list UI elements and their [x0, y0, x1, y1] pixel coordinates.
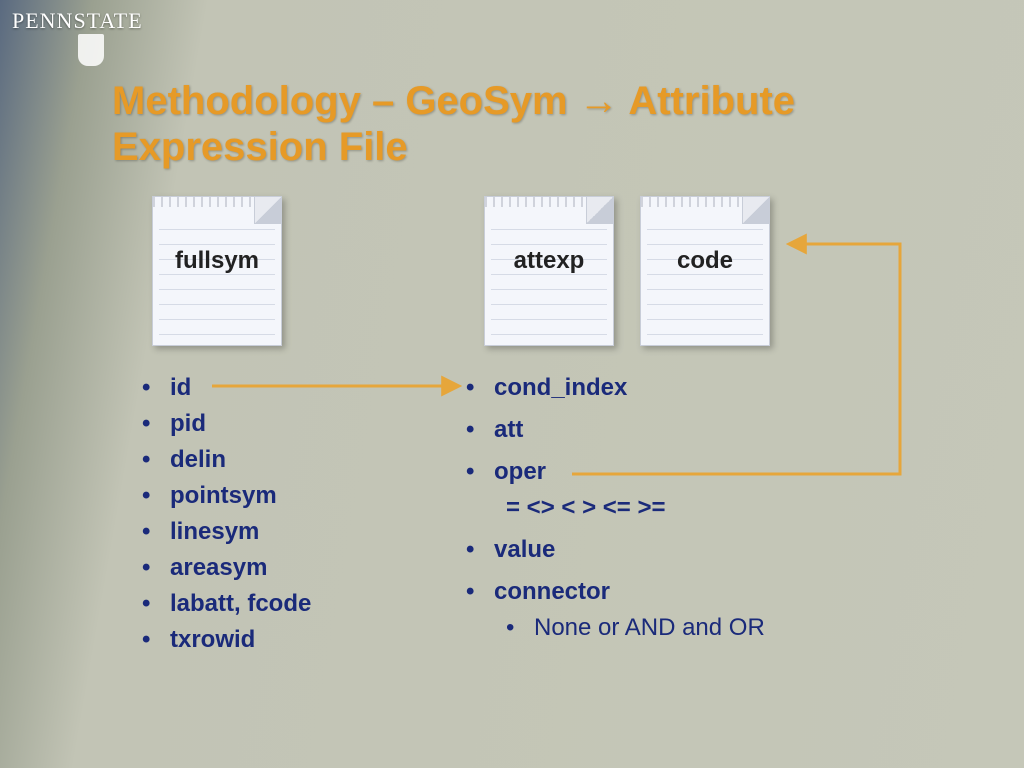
list-item: att	[466, 412, 886, 448]
field-pid: pid	[170, 410, 206, 437]
arrow-right-icon: →	[579, 79, 619, 123]
list-item: id	[142, 370, 402, 406]
list-item: linesym	[142, 514, 402, 550]
notepad-label: fullsym	[153, 247, 281, 275]
field-linesym: linesym	[170, 518, 259, 545]
connector-text: None or AND and OR	[534, 614, 765, 641]
field-cond-index: cond_index	[494, 374, 627, 401]
list-item: pointsym	[142, 478, 402, 514]
notepad-label: code	[641, 247, 769, 275]
field-connector: connector	[494, 578, 610, 605]
field-value: value	[494, 536, 555, 563]
list-item: = <> < > <= >=	[506, 490, 886, 526]
title-part-1: Methodology – GeoSym	[112, 79, 579, 123]
notepad-attexp: attexp	[484, 196, 614, 346]
brand-shield-icon	[78, 34, 104, 66]
notepad-lines	[647, 215, 763, 339]
field-att: att	[494, 416, 523, 443]
list-item: delin	[142, 442, 402, 478]
connector-values: None or AND and OR	[506, 610, 886, 646]
field-txrowid: txrowid	[170, 626, 255, 653]
notepad-lines	[491, 215, 607, 339]
notepad-code: code	[640, 196, 770, 346]
list-item: txrowid	[142, 622, 402, 658]
notepad-label: attexp	[485, 247, 613, 275]
brand-text: PENNSTATE	[12, 8, 143, 33]
notepad-fullsym: fullsym	[152, 196, 282, 346]
fullsym-fields-list: id pid delin pointsym linesym areasym la…	[142, 370, 402, 658]
notepad-lines	[159, 215, 275, 339]
list-item: value	[466, 532, 886, 568]
field-id: id	[170, 374, 191, 401]
attexp-fields-list: cond_index att oper = <> < > <= >= value…	[466, 370, 886, 652]
list-item: labatt, fcode	[142, 586, 402, 622]
list-item: pid	[142, 406, 402, 442]
list-item: oper = <> < > <= >=	[466, 454, 886, 526]
operators-text: = <> < > <= >=	[506, 494, 665, 521]
oper-values: = <> < > <= >=	[506, 490, 886, 526]
list-item: None or AND and OR	[506, 610, 886, 646]
field-pointsym: pointsym	[170, 482, 277, 509]
list-item: areasym	[142, 550, 402, 586]
slide-title: Methodology – GeoSym → Attribute Express…	[112, 78, 984, 170]
field-areasym: areasym	[170, 554, 267, 581]
list-item: connector None or AND and OR	[466, 574, 886, 646]
field-oper: oper	[494, 458, 546, 485]
list-item: cond_index	[466, 370, 886, 406]
field-labatt-fcode: labatt, fcode	[170, 590, 311, 617]
field-delin: delin	[170, 446, 226, 473]
brand-logo: PENNSTATE	[12, 8, 143, 34]
